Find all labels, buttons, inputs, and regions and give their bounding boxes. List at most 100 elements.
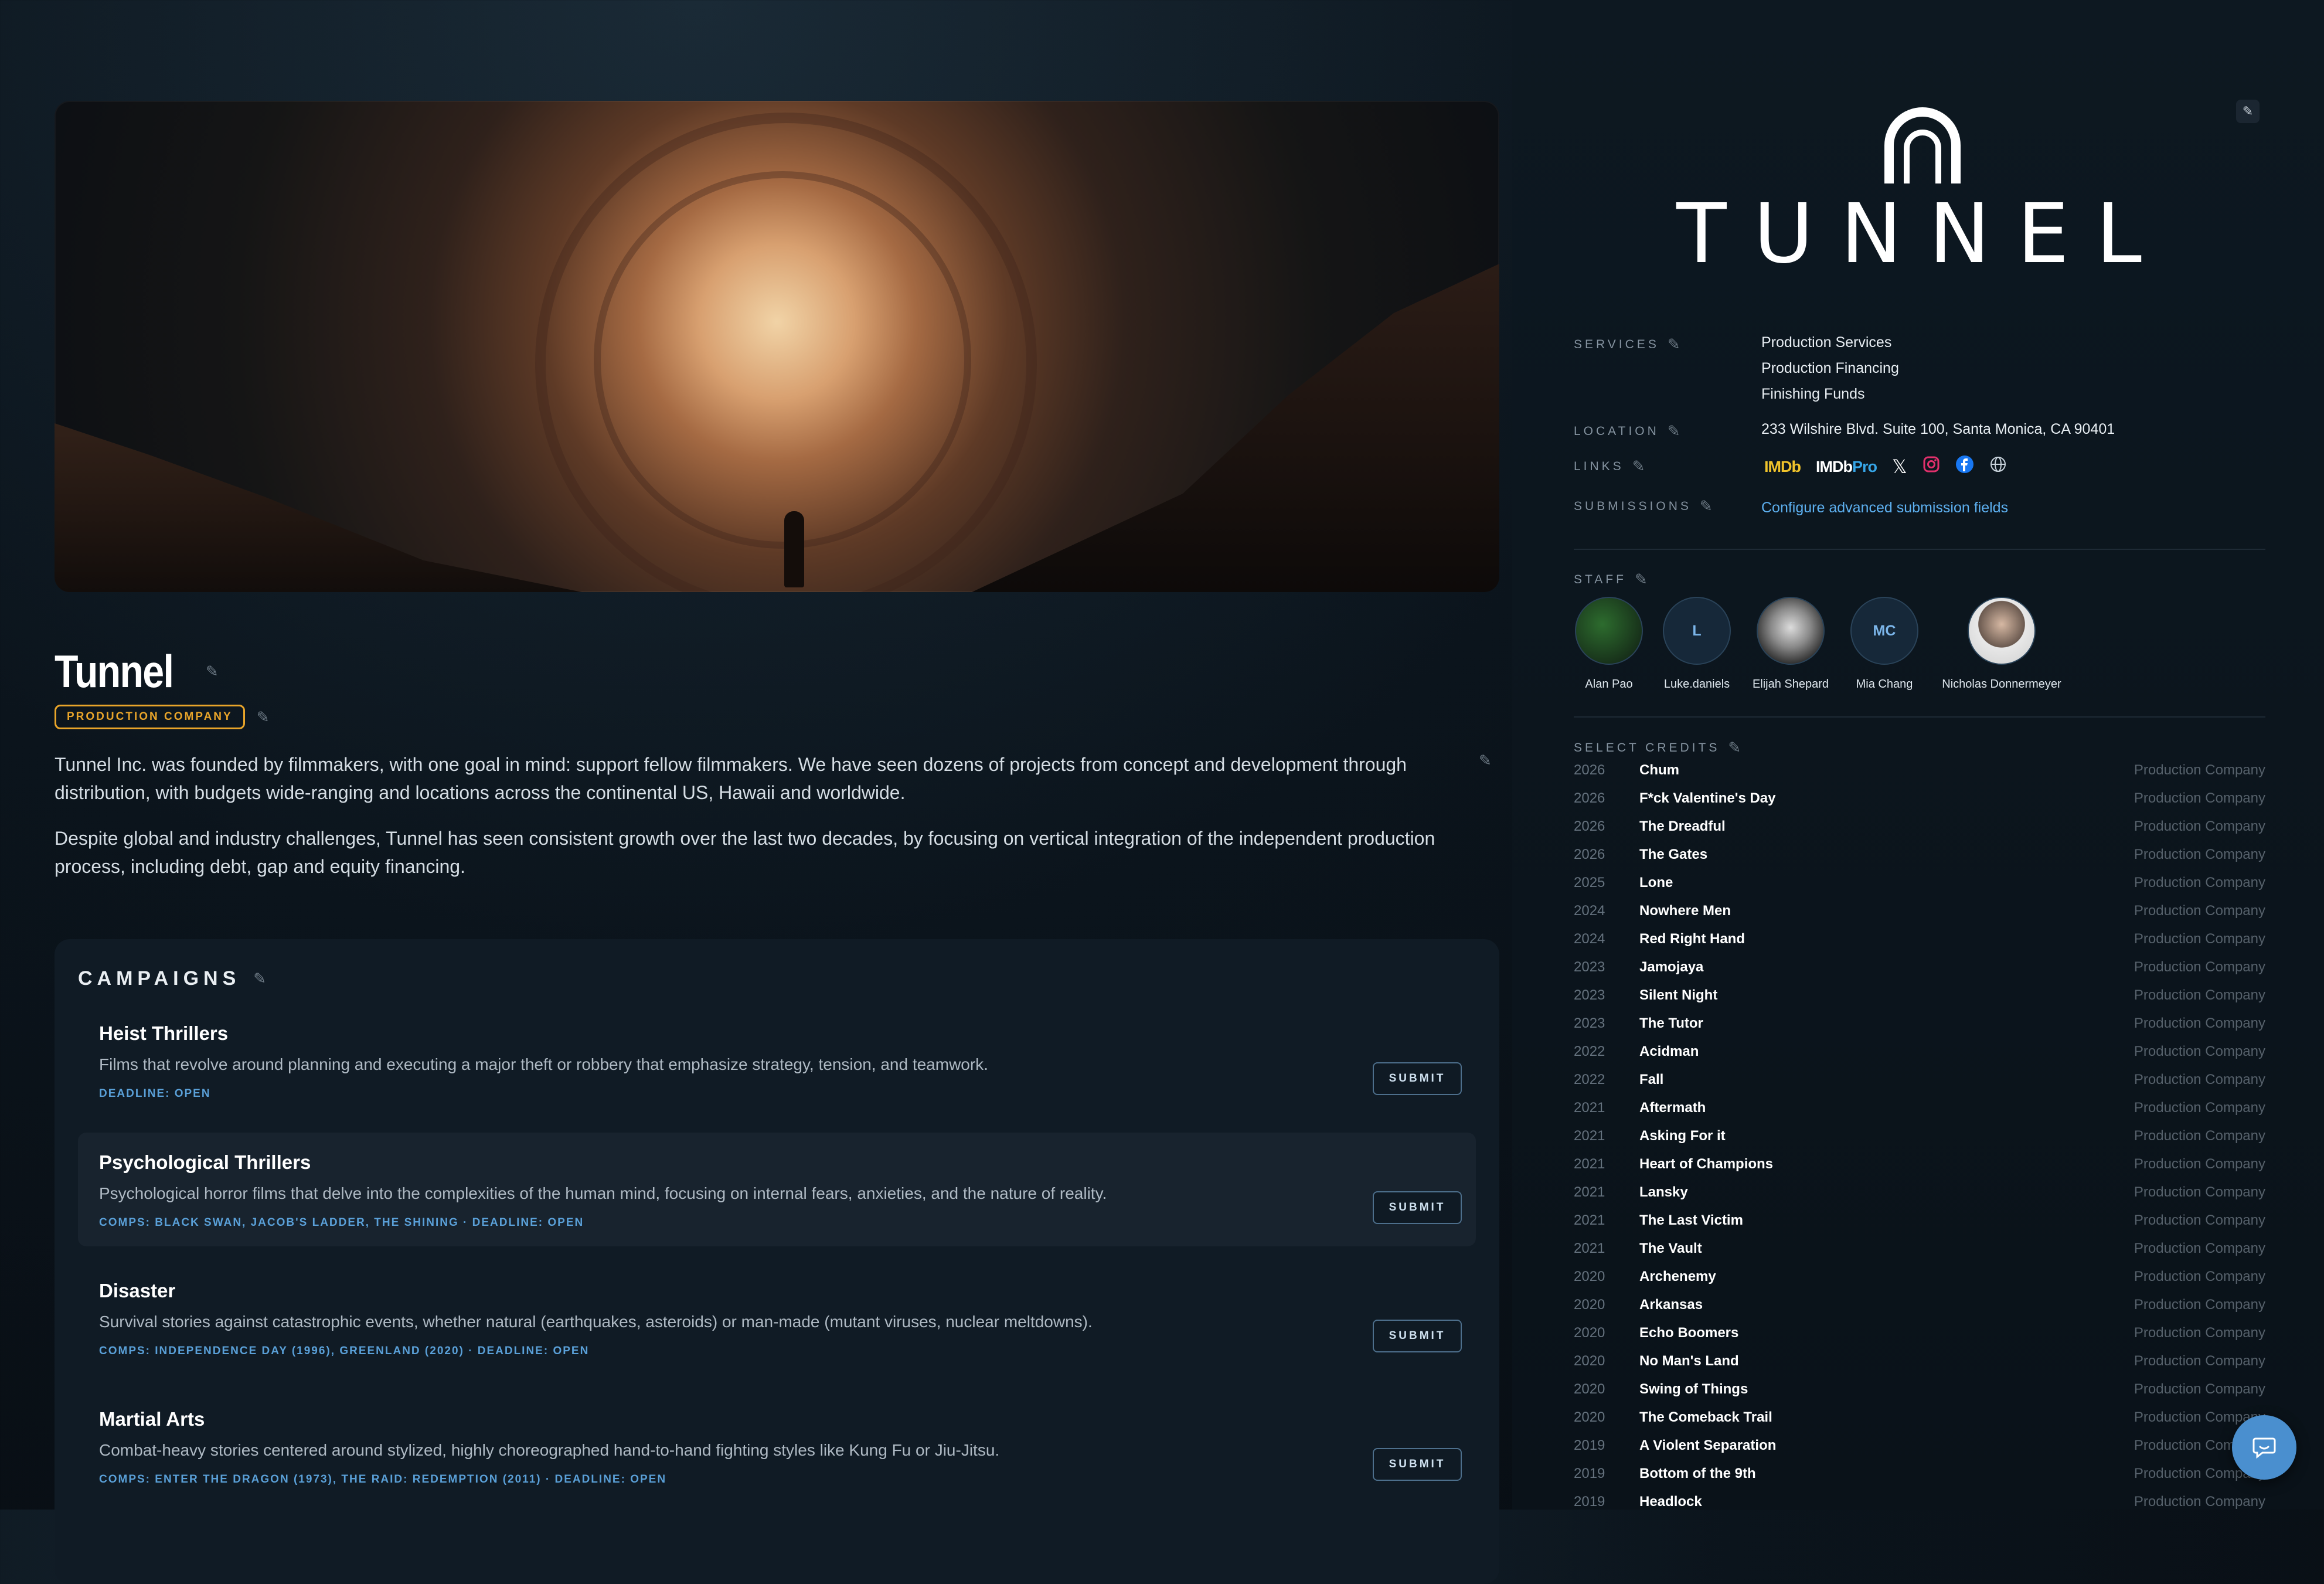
credit-role: Production Company (2134, 790, 2265, 806)
credit-role: Production Company (2134, 818, 2265, 834)
credit-role: Production Company (2134, 847, 2265, 862)
edit-staff-pencil-icon[interactable]: ✎ (1635, 570, 1651, 589)
credit-row[interactable]: 2023 Silent Night Production Company (1574, 987, 2265, 1015)
credit-role: Production Company (2134, 1128, 2265, 1144)
credit-row[interactable]: 2021 The Last Victim Production Company (1574, 1212, 2265, 1240)
submit-button[interactable]: SUBMIT (1373, 1062, 1462, 1095)
credit-title: Arkansas (1639, 1297, 1703, 1313)
credit-row[interactable]: 2026 Chum Production Company (1574, 762, 2265, 790)
credit-row[interactable]: 2021 Aftermath Production Company (1574, 1100, 2265, 1128)
credit-year: 2021 (1574, 1184, 1605, 1200)
credit-role: Production Company (2134, 1269, 2265, 1284)
credit-year: 2023 (1574, 959, 1605, 975)
facebook-icon[interactable] (1955, 455, 1974, 478)
credit-row[interactable]: 2026 The Gates Production Company (1574, 847, 2265, 875)
x-twitter-icon[interactable]: 𝕏 (1892, 456, 1907, 478)
edit-description-pencil-icon[interactable]: ✎ (1479, 752, 1492, 770)
credit-role: Production Company (2134, 1240, 2265, 1256)
credit-row[interactable]: 2019 Headlock Production Company (1574, 1494, 2265, 1522)
credit-row[interactable]: 2020 Arkansas Production Company (1574, 1297, 2265, 1325)
chat-button[interactable] (2232, 1415, 2296, 1480)
credit-row[interactable]: 2026 The Dreadful Production Company (1574, 818, 2265, 847)
credit-year: 2026 (1574, 790, 1605, 806)
imdb-link[interactable]: IMDb (1764, 458, 1801, 476)
staff-member[interactable]: Elijah Shepard (1750, 597, 1832, 691)
credit-role: Production Company (2134, 1015, 2265, 1031)
credit-title: Archenemy (1639, 1269, 1716, 1284)
divider (1574, 549, 2265, 550)
campaign-item: Psychological Thrillers Psychological ho… (78, 1133, 1476, 1246)
service-item: Production Services (1761, 334, 1892, 351)
credit-title: Silent Night (1639, 987, 1718, 1003)
credit-year: 2024 (1574, 931, 1605, 947)
links-label: LINKS (1574, 459, 1624, 473)
submit-button[interactable]: SUBMIT (1373, 1448, 1462, 1481)
credit-year: 2023 (1574, 987, 1605, 1003)
links-row: IMDb IMDbPro 𝕏 (1764, 455, 2007, 478)
credit-year: 2021 (1574, 1240, 1605, 1256)
staff-member[interactable]: L Luke.daniels (1644, 597, 1750, 691)
credit-row[interactable]: 2019 Bottom of the 9th Production Company (1574, 1466, 2265, 1494)
instagram-icon[interactable] (1923, 456, 1940, 478)
credit-title: Red Right Hand (1639, 931, 1745, 947)
credit-row[interactable]: 2025 Lone Production Company (1574, 875, 2265, 903)
credit-row[interactable]: 2023 Jamojaya Production Company (1574, 959, 2265, 987)
chat-bubble-icon (2252, 1437, 2276, 1459)
edit-name-pencil-icon[interactable]: ✎ (206, 662, 219, 681)
edit-links-pencil-icon[interactable]: ✎ (1632, 457, 1648, 475)
logo-wordmark: TUNNEL (1676, 186, 2169, 282)
credit-year: 2020 (1574, 1325, 1605, 1341)
credit-title: F*ck Valentine's Day (1639, 790, 1776, 806)
edit-logo-pencil-icon[interactable]: ✎ (2236, 100, 2260, 123)
credit-title: Fall (1639, 1072, 1664, 1087)
configure-submission-fields-link[interactable]: Configure advanced submission fields (1761, 499, 2008, 516)
services-list: Production Services Production Financing… (1761, 329, 1899, 407)
staff-member[interactable]: Alan Pao (1574, 597, 1644, 691)
edit-location-pencil-icon[interactable]: ✎ (1668, 422, 1683, 440)
credit-row[interactable]: 2022 Acidman Production Company (1574, 1043, 2265, 1072)
campaign-meta: DEADLINE: OPEN (99, 1087, 211, 1100)
services-label: SERVICES (1574, 337, 1659, 351)
credit-year: 2020 (1574, 1353, 1605, 1369)
credit-year: 2026 (1574, 762, 1605, 778)
campaign-description: Combat-heavy stories centered around sty… (99, 1441, 1000, 1459)
edit-type-pencil-icon[interactable]: ✎ (257, 708, 270, 726)
credits-list: 2026 Chum Production Company 2026 F*ck Valen… (1574, 762, 2265, 1522)
edit-credits-pencil-icon[interactable]: ✎ (1728, 739, 1744, 757)
staff-member[interactable]: MC Mia Chang (1832, 597, 1937, 691)
credit-row[interactable]: 2020 Echo Boomers Production Company (1574, 1325, 2265, 1353)
staff-name: Nicholas Donnermeyer (1942, 678, 2061, 691)
credit-year: 2019 (1574, 1494, 1605, 1510)
submit-button[interactable]: SUBMIT (1373, 1320, 1462, 1352)
globe-icon[interactable] (1989, 456, 2007, 478)
edit-submissions-pencil-icon[interactable]: ✎ (1700, 497, 1716, 515)
credit-row[interactable]: 2021 Asking For it Production Company (1574, 1128, 2265, 1156)
hero-mountain-right (972, 264, 1499, 592)
imdbpro-suffix: Pro (1852, 457, 1877, 475)
credit-title: A Violent Separation (1639, 1437, 1777, 1453)
credit-row[interactable]: 2020 No Man's Land Production Company (1574, 1353, 2265, 1381)
credit-row[interactable]: 2019 A Violent Separation Production Compa… (1574, 1437, 2265, 1466)
company-description: Tunnel Inc. was founded by filmmakers, w… (55, 750, 1461, 898)
edit-campaigns-pencil-icon[interactable]: ✎ (253, 970, 271, 988)
submit-button[interactable]: SUBMIT (1373, 1191, 1462, 1224)
credit-row[interactable]: 2021 Lansky Production Company (1574, 1184, 2265, 1212)
credit-row[interactable]: 2024 Nowhere Men Production Company (1574, 903, 2265, 931)
staff-member[interactable]: Nicholas Donnermeyer (1937, 597, 2066, 691)
credit-row[interactable]: 2020 Swing of Things Production Company (1574, 1381, 2265, 1409)
credit-row[interactable]: 2020 The Comeback Trail Production Company (1574, 1409, 2265, 1437)
credit-year: 2024 (1574, 903, 1605, 919)
credit-row[interactable]: 2021 The Vault Production Company (1574, 1240, 2265, 1269)
credit-role: Production Company (2134, 1381, 2265, 1397)
submissions-label-row: SUBMISSIONS ✎ (1574, 497, 1716, 515)
edit-services-pencil-icon[interactable]: ✎ (1668, 335, 1683, 353)
imdbpro-link[interactable]: IMDbPro (1816, 458, 1877, 476)
credit-row[interactable]: 2022 Fall Production Company (1574, 1072, 2265, 1100)
credit-row[interactable]: 2023 The Tutor Production Company (1574, 1015, 2265, 1043)
staff-label: STAFF (1574, 572, 1627, 586)
credit-row[interactable]: 2024 Red Right Hand Production Company (1574, 931, 2265, 959)
campaigns-panel: CAMPAIGNS ✎ Heist Thrillers Films that r… (55, 939, 1499, 1584)
credit-row[interactable]: 2026 F*ck Valentine's Day Production Compa… (1574, 790, 2265, 818)
credit-row[interactable]: 2020 Archenemy Production Company (1574, 1269, 2265, 1297)
credit-row[interactable]: 2021 Heart of Champions Production Company (1574, 1156, 2265, 1184)
